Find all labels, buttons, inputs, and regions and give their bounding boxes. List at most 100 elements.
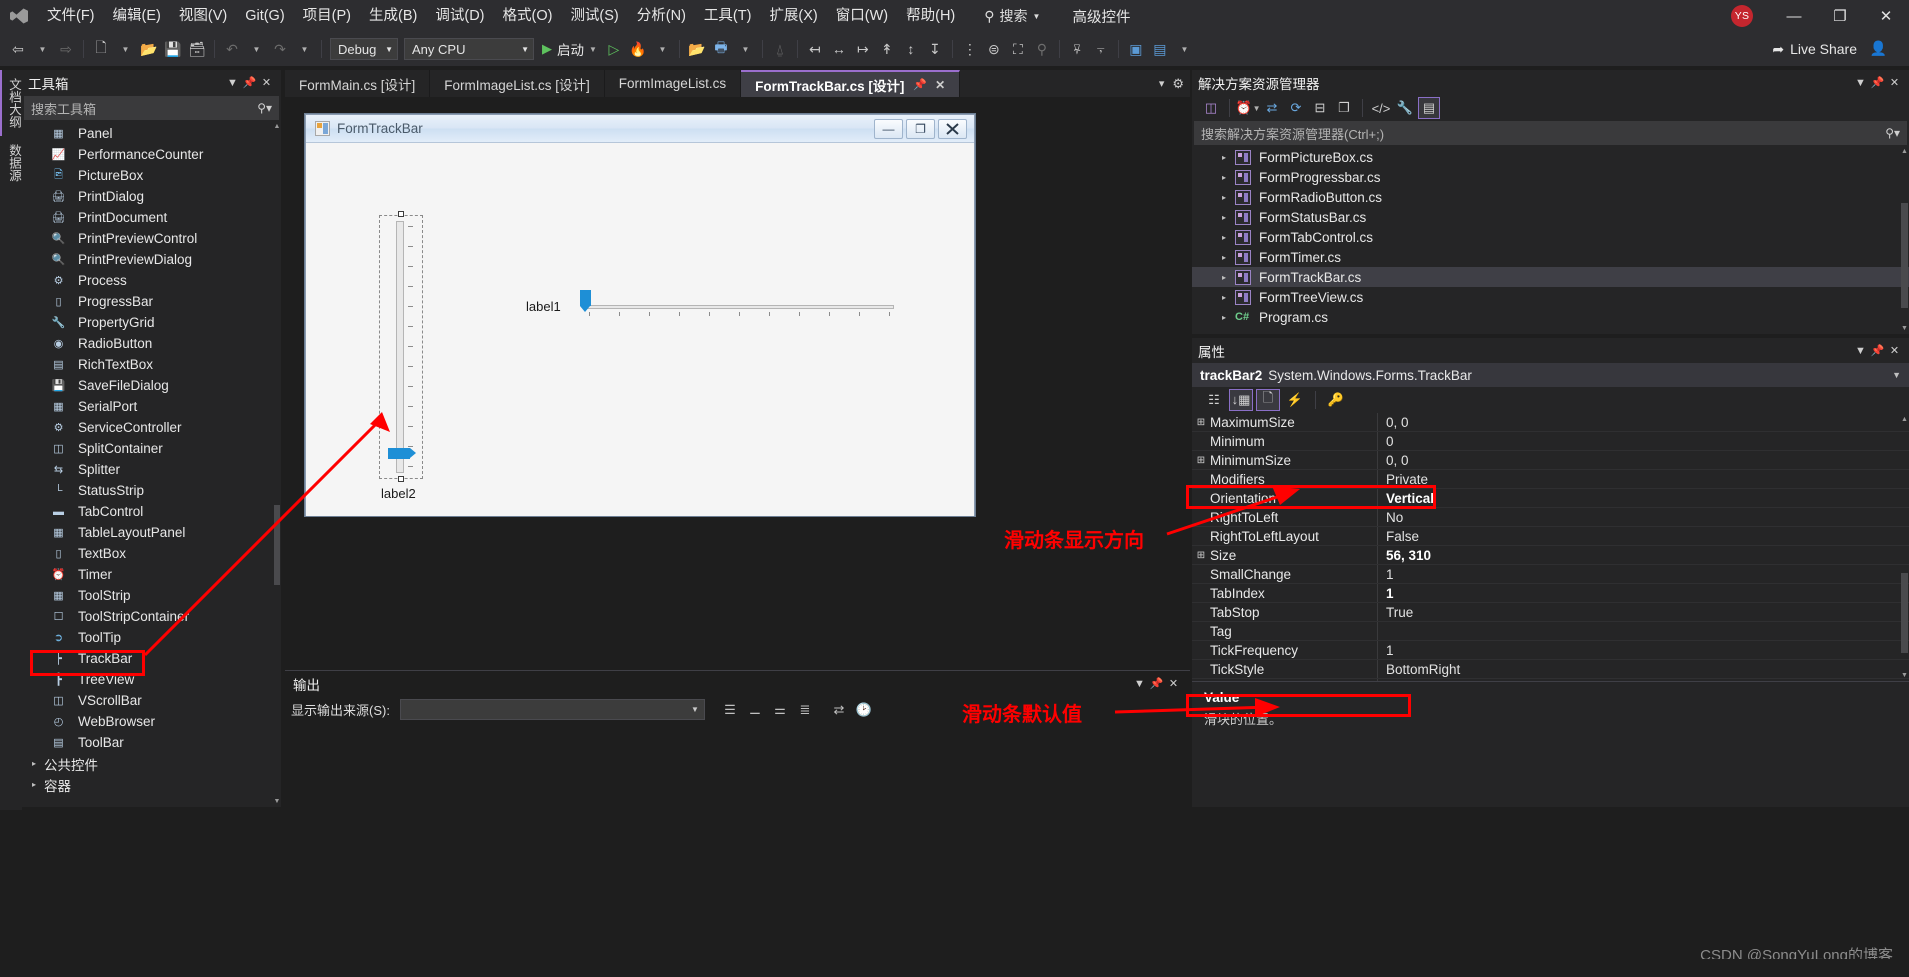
menu-file[interactable]: 文件(F) [38, 0, 104, 32]
toolbox-item-richtextbox[interactable]: ▤ RichTextBox [22, 354, 281, 375]
menu-test[interactable]: 测试(S) [561, 0, 627, 32]
start-debug-button[interactable]: ▶ 启动 ▼ [537, 36, 602, 62]
align-rights-icon[interactable]: ↦ [851, 36, 875, 62]
pin-icon[interactable]: 📌 [913, 78, 927, 91]
property-row[interactable]: ⊞ MaximumSize 0, 0 [1192, 413, 1909, 432]
gear-icon[interactable]: ⚙ [1172, 76, 1184, 92]
undo-icon[interactable]: ↶ [220, 36, 244, 62]
form-designer-surface[interactable]: FormTrackBar — ❐ label2 label1 [285, 97, 1190, 670]
toolbox-item-timer[interactable]: ⏰ Timer [22, 564, 281, 585]
zoom-icon[interactable]: ⚲ [1030, 36, 1054, 62]
expand-icon[interactable]: ⊞ [1192, 546, 1210, 564]
align-tops-icon[interactable]: ⍙ [768, 36, 792, 62]
form-maximize-button[interactable]: ❐ [906, 118, 935, 139]
scroll-down-icon[interactable]: ▼ [1900, 322, 1909, 334]
property-row[interactable]: Minimum 0 [1192, 432, 1909, 451]
vertical-trackbar-control[interactable] [379, 215, 423, 479]
toolbox-item-progressbar[interactable]: ▯ ProgressBar [22, 291, 281, 312]
hot-reload-dropdown-icon[interactable]: ▼ [650, 36, 674, 62]
properties-icon[interactable]: 🔧 [1394, 97, 1416, 119]
toolbox-item-list[interactable]: ▦ Panel 📈 PerformanceCounter 🖻 PictureBo… [22, 120, 281, 807]
properties-scrollbar[interactable]: ▲ ▼ [1900, 413, 1909, 681]
property-value[interactable] [1378, 622, 1909, 640]
redo-dropdown-icon[interactable]: ▼ [292, 36, 316, 62]
property-value[interactable]: 0, 0 [1378, 451, 1909, 469]
property-value[interactable]: 1 [1378, 641, 1909, 659]
properties-grid[interactable]: ⊞ MaximumSize 0, 0 Minimum 0 ⊞ MinimumSi… [1192, 413, 1909, 681]
property-row[interactable]: ⊞ Size 56, 310 [1192, 546, 1909, 565]
collapse-all-icon[interactable]: ⊟ [1309, 97, 1331, 119]
view-code-icon[interactable]: </> [1370, 97, 1392, 119]
restore-button[interactable]: ❐ [1817, 0, 1863, 32]
scroll-down-icon[interactable]: ▼ [273, 795, 281, 807]
toolbox-item-printpreviewdialog[interactable]: 🔍 PrintPreviewDialog [22, 249, 281, 270]
property-value[interactable]: 56, 310 [1378, 546, 1909, 564]
solution-explorer-scrollbar-thumb[interactable] [1901, 203, 1908, 308]
menu-analyze[interactable]: 分析(N) [628, 0, 695, 32]
property-row[interactable]: ⊞ MinimumSize 0, 0 [1192, 451, 1909, 470]
close-icon[interactable]: ✕ [258, 76, 275, 89]
toolbox-item-printdialog[interactable]: 🖨 PrintDialog [22, 186, 281, 207]
toolbox-item-printpreviewcontrol[interactable]: 🔍 PrintPreviewControl [22, 228, 281, 249]
redo-icon[interactable]: ↷ [268, 36, 292, 62]
chevron-right-icon[interactable]: ▸ [1222, 273, 1235, 282]
output-source-select[interactable]: ▼ [399, 699, 705, 720]
size-to-grid-icon[interactable]: ⛶ [1006, 36, 1030, 62]
menu-project[interactable]: 项目(P) [294, 0, 360, 32]
chevron-down-icon[interactable]: ▼ [1852, 345, 1869, 357]
solution-item-formpicturebox[interactable]: ▸ FormPictureBox.cs [1192, 147, 1909, 167]
property-row[interactable]: UseWaitCursor False [1192, 679, 1909, 681]
solution-explorer-open-icon[interactable]: ◫ [1200, 97, 1222, 119]
make-same-height-icon[interactable]: ⊜ [982, 36, 1006, 62]
configuration-select[interactable]: Debug ▼ [330, 38, 398, 60]
undo-dropdown-icon[interactable]: ▼ [244, 36, 268, 62]
property-row[interactable]: TickFrequency 1 [1192, 641, 1909, 660]
solution-explorer-tree[interactable]: ▸ FormPictureBox.cs ▸ FormProgressbar.cs… [1192, 145, 1909, 334]
solution-item-program[interactable]: ▸ C# Program.cs [1192, 307, 1909, 327]
properties-view-icon[interactable]: 🗋 [1256, 389, 1280, 411]
property-row[interactable]: TabIndex 1 [1192, 584, 1909, 603]
navigate-backward-icon[interactable]: ⇦ [6, 36, 30, 62]
scroll-up-icon[interactable]: ▲ [1900, 413, 1909, 425]
menu-edit[interactable]: 编辑(E) [104, 0, 170, 32]
center-horizontally-icon[interactable]: ⍫ [1065, 36, 1089, 62]
avatar[interactable]: YS [1731, 5, 1753, 27]
pin-icon[interactable]: 📌 [1148, 677, 1165, 690]
solution-item-formtreeview[interactable]: ▸ FormTreeView.cs [1192, 287, 1909, 307]
toolbox-item-webbrowser[interactable]: ◴ WebBrowser [22, 711, 281, 732]
chevron-right-icon[interactable]: ▸ [1222, 253, 1235, 262]
tab-list-icon[interactable]: ▾ [1159, 77, 1165, 90]
make-same-width-icon[interactable]: ⋮ [958, 36, 982, 62]
chevron-right-icon[interactable]: ▸ [1222, 153, 1235, 162]
property-value[interactable]: False [1378, 679, 1909, 682]
pin-icon[interactable]: 📌 [1869, 76, 1886, 89]
pin-icon[interactable]: 📌 [1869, 344, 1886, 357]
expand-icon[interactable]: ⊞ [1192, 413, 1210, 431]
horizontal-trackbar-control[interactable] [578, 288, 898, 316]
label1-control[interactable]: label1 [526, 299, 561, 314]
open-file-icon[interactable]: 📂 [137, 36, 161, 62]
chevron-right-icon[interactable]: ▸ [1222, 313, 1235, 322]
toolbox-item-serialport[interactable]: ▦ SerialPort [22, 396, 281, 417]
align-tops2-icon[interactable]: ↟ [875, 36, 899, 62]
output-list-icon[interactable]: ≣ [794, 699, 816, 720]
events-view-icon[interactable]: ⚡ [1283, 389, 1307, 411]
toolbox-item-splitcontainer[interactable]: ◫ SplitContainer [22, 438, 281, 459]
solution-explorer-search-input[interactable]: 搜索解决方案资源管理器(Ctrl+;) ⚲▾ [1194, 121, 1907, 145]
property-row[interactable]: Modifiers Private [1192, 470, 1909, 489]
solution-item-formtabcontrol[interactable]: ▸ FormTabControl.cs [1192, 227, 1909, 247]
toolbox-item-vscrollbar[interactable]: ◫ VScrollBar [22, 690, 281, 711]
property-value[interactable]: 0 [1378, 432, 1909, 450]
tab-formimagelist-code[interactable]: FormImageList.cs [605, 70, 742, 97]
property-value[interactable]: Private [1378, 470, 1909, 488]
view-designer-icon[interactable]: ▤ [1418, 97, 1440, 119]
toolbox-scrollbar-thumb[interactable] [274, 505, 280, 585]
close-icon[interactable]: ✕ [1886, 344, 1903, 357]
save-icon[interactable]: 💾 [161, 36, 185, 62]
refresh-icon[interactable]: ⟳ [1285, 97, 1307, 119]
close-icon[interactable]: ✕ [1165, 677, 1182, 690]
menu-git[interactable]: Git(G) [236, 0, 293, 32]
toolbox-item-printdocument[interactable]: 🖨 PrintDocument [22, 207, 281, 228]
align-middles-icon[interactable]: ↕ [899, 36, 923, 62]
property-row-orientation[interactable]: Orientation Vertical [1192, 489, 1909, 508]
